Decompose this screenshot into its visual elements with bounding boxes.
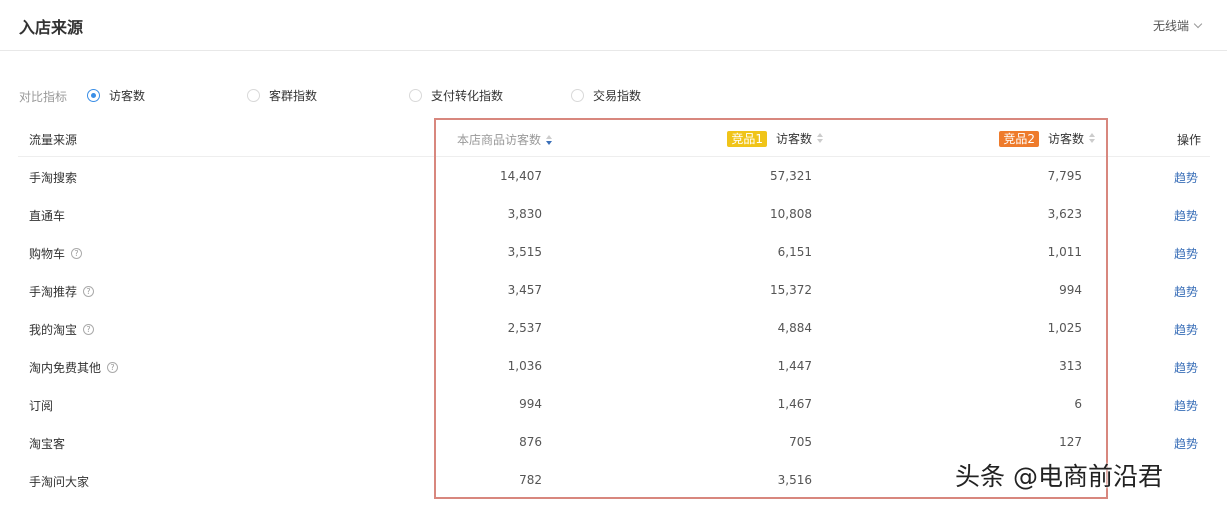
table-row: 淘宝客 876 705 127 趋势 (18, 423, 1210, 461)
row-own-visitors: 876 (519, 435, 542, 449)
row-source: 我的淘宝? (29, 321, 95, 338)
row-competitor1-visitors: 1,447 (777, 359, 812, 373)
panel-header: 入店来源 无线端 (0, 0, 1227, 51)
table-row: 购物车? 3,515 6,151 1,011 趋势 (18, 233, 1210, 271)
row-competitor2-visitors: 994 (1059, 283, 1082, 297)
row-own-visitors: 2,537 (507, 321, 542, 335)
radio-trade-index[interactable]: 交易指数 (571, 87, 641, 104)
radio-label: 支付转化指数 (431, 89, 504, 103)
page-title: 入店来源 (19, 18, 84, 37)
column-header-label: 访客数 (1047, 132, 1084, 146)
compare-label: 对比指标 (19, 90, 68, 104)
row-source-label: 手淘搜索 (29, 171, 78, 185)
chevron-down-icon (1193, 19, 1203, 29)
row-competitor1-visitors: 6,151 (777, 245, 812, 259)
radio-label: 交易指数 (593, 89, 642, 103)
trend-link[interactable]: 趋势 (1174, 359, 1198, 376)
table-row: 订阅 994 1,467 6 趋势 (18, 385, 1210, 423)
row-source: 手淘问大家 (29, 473, 89, 490)
row-competitor1-visitors: 15,372 (770, 283, 812, 297)
row-source-label: 我的淘宝 (29, 323, 78, 337)
row-source: 手淘搜索 (29, 169, 77, 186)
column-header-source: 流量来源 (29, 133, 78, 147)
row-own-visitors: 3,830 (507, 207, 542, 221)
row-competitor2-visitors: 6 (1074, 397, 1082, 411)
table-row: 手淘推荐? 3,457 15,372 994 趋势 (18, 271, 1210, 309)
column-header-competitor1[interactable]: 竞品1 访客数 (727, 130, 824, 147)
row-competitor1-visitors: 57,321 (770, 169, 812, 183)
radio-conversion-index[interactable]: 支付转化指数 (409, 87, 503, 104)
row-own-visitors: 3,457 (507, 283, 542, 297)
row-source: 淘宝客 (29, 435, 65, 452)
row-source: 直通车 (29, 207, 65, 224)
radio-customer-index[interactable]: 客群指数 (247, 87, 317, 104)
trend-link[interactable]: 趋势 (1174, 169, 1198, 186)
trend-link[interactable]: 趋势 (1174, 207, 1198, 224)
row-competitor1-visitors: 3,516 (777, 473, 812, 487)
row-source: 手淘推荐? (29, 283, 95, 300)
table-header: 流量来源 本店商品访客数 竞品1 访客数 竞品2 访客数 操作 (18, 119, 1210, 157)
row-source: 淘内免费其他? (29, 359, 119, 376)
watermark: 头条 @电商前沿君 (955, 462, 1163, 491)
column-header-action: 操作 (1176, 133, 1201, 147)
row-source-label: 订阅 (29, 399, 54, 413)
row-competitor2-visitors: 1,025 (1047, 321, 1082, 335)
row-competitor2-visitors: 313 (1059, 359, 1082, 373)
device-select-label: 无线端 (1152, 19, 1189, 33)
device-select[interactable]: 无线端 (1152, 17, 1203, 34)
table-row: 淘内免费其他? 1,036 1,447 313 趋势 (18, 347, 1210, 385)
row-competitor2-visitors: 7,795 (1047, 169, 1082, 183)
row-competitor1-visitors: 10,808 (770, 207, 812, 221)
row-competitor1-visitors: 4,884 (777, 321, 812, 335)
column-header-own-visitors[interactable]: 本店商品访客数 (457, 131, 553, 148)
row-source-label: 直通车 (29, 209, 66, 223)
column-header-label: 本店商品访客数 (457, 133, 542, 147)
radio-label: 访客数 (109, 89, 146, 103)
competitor1-badge: 竞品1 (727, 130, 767, 147)
row-source: 订阅 (29, 397, 53, 414)
radio-dot (247, 89, 260, 102)
radio-dot (87, 89, 100, 102)
row-own-visitors: 782 (519, 473, 542, 487)
help-icon[interactable]: ? (71, 248, 83, 259)
radio-dot (571, 89, 584, 102)
row-source-label: 淘内免费其他 (29, 361, 102, 375)
row-source-label: 购物车 (29, 247, 66, 261)
row-competitor1-visitors: 1,467 (777, 397, 812, 411)
row-source-label: 淘宝客 (29, 437, 66, 451)
row-competitor2-visitors: 1,011 (1047, 245, 1082, 259)
row-own-visitors: 14,407 (500, 169, 542, 183)
row-competitor2-visitors: 127 (1059, 435, 1082, 449)
help-icon[interactable]: ? (107, 362, 119, 373)
row-own-visitors: 994 (519, 397, 542, 411)
column-header-label: 访客数 (775, 132, 812, 146)
trend-link[interactable]: 趋势 (1174, 435, 1198, 452)
help-icon[interactable]: ? (83, 324, 95, 335)
help-icon[interactable]: ? (83, 286, 95, 297)
sort-icon[interactable] (1089, 133, 1096, 144)
trend-link[interactable]: 趋势 (1174, 245, 1198, 262)
sort-icon[interactable] (546, 135, 553, 146)
row-competitor2-visitors: 3,623 (1047, 207, 1082, 221)
table-row: 手淘搜索 14,407 57,321 7,795 趋势 (18, 157, 1210, 195)
radio-visitors[interactable]: 访客数 (87, 87, 145, 104)
trend-link[interactable]: 趋势 (1174, 321, 1198, 338)
row-source: 购物车? (29, 245, 83, 262)
trend-link[interactable]: 趋势 (1174, 397, 1198, 414)
competitor2-badge: 竞品2 (999, 130, 1039, 147)
row-competitor1-visitors: 705 (789, 435, 812, 449)
trend-link[interactable]: 趋势 (1174, 283, 1198, 300)
row-source-label: 手淘推荐 (29, 285, 78, 299)
row-source-label: 手淘问大家 (29, 475, 90, 489)
row-own-visitors: 1,036 (507, 359, 542, 373)
row-own-visitors: 3,515 (507, 245, 542, 259)
radio-label: 客群指数 (269, 89, 318, 103)
radio-dot (409, 89, 422, 102)
table-row: 我的淘宝? 2,537 4,884 1,025 趋势 (18, 309, 1210, 347)
column-header-competitor2[interactable]: 竞品2 访客数 (999, 130, 1096, 147)
sort-icon[interactable] (817, 133, 824, 144)
table-row: 直通车 3,830 10,808 3,623 趋势 (18, 195, 1210, 233)
